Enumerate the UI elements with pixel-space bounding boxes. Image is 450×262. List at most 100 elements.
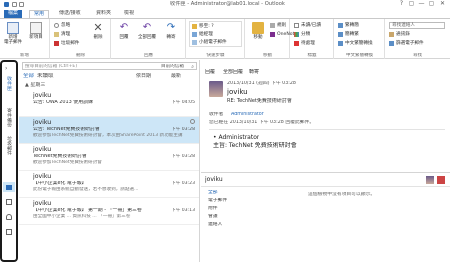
filter-all[interactable]: 全部 xyxy=(23,73,34,80)
rules-button[interactable]: 規則 xyxy=(270,22,286,29)
reply-button[interactable]: ↶ 回覆 xyxy=(113,21,135,49)
tab-send-receive[interactable]: 傳送/接收 xyxy=(55,10,85,18)
group-label-convert: 中文繁簡轉換 xyxy=(346,52,373,58)
folder-junk[interactable]: 垃圾郵件 xyxy=(5,136,12,155)
quickstep-move-to[interactable]: 移至: ? xyxy=(192,23,214,30)
group-header[interactable]: ▲ 星期三 xyxy=(25,82,45,88)
address-book-icon xyxy=(389,32,394,37)
message-date: 下午 03:28 xyxy=(171,154,195,159)
people-tab-contacts[interactable]: 連絡人 xyxy=(208,222,222,228)
message-item-1[interactable]: joviku 公告: OWA 2013 使用訓練 下午 04:05 xyxy=(19,90,199,117)
people-tab-email[interactable]: 電子郵件 xyxy=(208,198,227,204)
ribbon-display-button[interactable]: ▢ xyxy=(407,1,416,7)
address-book-button[interactable]: 通訊錄 xyxy=(389,31,410,38)
filter-unread[interactable]: 未讀取 xyxy=(37,73,54,80)
tab-view[interactable]: 檢視 xyxy=(120,10,138,18)
tab-folder[interactable]: 資料夾 xyxy=(92,10,115,18)
people-pane: joviku 全部 電子郵件 附件 會議 連絡人 這個檢視中沒有項目可以顯示。 xyxy=(201,172,450,262)
tasks-icon[interactable] xyxy=(6,229,12,235)
simp-to-trad-button[interactable]: 簡轉繁 xyxy=(338,31,359,38)
categorize-icon xyxy=(294,32,299,37)
group-label-find: 尋找 xyxy=(413,52,422,58)
followup-button[interactable]: 待處理 xyxy=(294,40,315,47)
rules-label: 規則 xyxy=(277,23,287,28)
arrow-icon xyxy=(192,32,197,37)
reply-all-button[interactable]: ↶ 全部回覆 xyxy=(136,21,158,49)
move-button[interactable]: 移動 xyxy=(247,21,269,49)
quickstep-team-email[interactable]: 小組電子郵件 xyxy=(192,39,227,46)
folder-inbox[interactable]: 收件匣 xyxy=(5,76,12,90)
new-items-icon xyxy=(30,22,42,34)
message-date: 下午 03:28 xyxy=(171,127,195,132)
forward-button[interactable]: ↷ 轉寄 xyxy=(160,21,182,49)
filter-email-label: 篩選電子郵件 xyxy=(396,41,424,46)
people-tab-all[interactable]: 全部 xyxy=(208,190,218,196)
sender-name[interactable]: joviku xyxy=(227,88,248,96)
categorize-button[interactable]: 分類 xyxy=(294,31,310,38)
undo-icon[interactable] xyxy=(19,2,24,7)
sender-avatar[interactable] xyxy=(209,81,223,97)
minimize-button[interactable]: — xyxy=(417,1,426,7)
send-receive-icon[interactable] xyxy=(12,2,17,7)
people-icon[interactable] xyxy=(6,214,12,220)
help-button[interactable]: ? xyxy=(397,1,406,7)
ignore-button[interactable]: 忽略 xyxy=(54,22,70,29)
ribbon-group-find: 尋找連絡人 通訊錄 篩選電子郵件 尋找 xyxy=(386,19,449,59)
junk-button[interactable]: 垃圾郵件 xyxy=(54,40,79,47)
simp-to-trad-icon xyxy=(338,32,343,37)
search-scope[interactable]: 目前的信箱 xyxy=(161,64,184,70)
people-avatar[interactable] xyxy=(426,176,434,184)
trad-to-simp-icon xyxy=(338,23,343,28)
ribbon: 新增 電子郵件 新項目 新增 忽略 清理 垃圾郵件 ✕ 刪除 刪除 ↶ 回覆 ↶ xyxy=(0,18,450,59)
folder-sent[interactable]: 寄件備份 xyxy=(5,108,12,127)
cleanup-button[interactable]: 清理 xyxy=(54,31,70,38)
body-subject: 主旨: TechNet 免費技術研討會 xyxy=(213,142,297,149)
expand-folder-pane-icon[interactable]: › xyxy=(5,65,7,72)
maximize-button[interactable]: ▢ xyxy=(427,1,436,7)
message-item-3[interactable]: joviku TechNet免費技術研討會 歡迎參加TechNet免費技術研討會… xyxy=(19,144,199,171)
unread-read-label: 未讀/已讀 xyxy=(301,23,321,28)
new-items-button[interactable]: 新項目 xyxy=(25,21,47,49)
new-email-button[interactable]: 新增 電子郵件 xyxy=(2,21,24,49)
people-tab-meetings[interactable]: 會議 xyxy=(208,214,218,220)
sort-by[interactable]: 依日期 xyxy=(136,73,151,79)
group-label-delete: 刪除 xyxy=(76,52,85,58)
quickstep-to-manager[interactable]: 給經理 xyxy=(192,31,213,38)
people-avatar-2[interactable] xyxy=(437,176,445,184)
chinese-convert-button[interactable]: 中文繁簡轉換 xyxy=(338,40,373,47)
tab-home[interactable]: 常用 xyxy=(29,10,50,18)
sort-order[interactable]: 最新 xyxy=(171,73,181,79)
address-book-label: 通訊錄 xyxy=(396,32,410,37)
move-folder-icon xyxy=(252,22,264,34)
message-sender: joviku xyxy=(33,92,52,99)
find-contact-input[interactable]: 尋找連絡人 xyxy=(389,22,445,29)
divider xyxy=(201,186,450,187)
message-item-2[interactable]: joviku 公告: TechNet免費技術研討會 歡迎參加TechNet免費技… xyxy=(19,117,199,144)
search-box[interactable]: 搜尋目前的信箱 (Ctrl+E) 目前的信箱 ⌕ xyxy=(22,62,197,70)
mail-nav-button[interactable] xyxy=(3,182,15,192)
filter-email-button[interactable]: 篩選電子郵件 xyxy=(389,40,424,47)
search-input[interactable]: 搜尋目前的信箱 (Ctrl+E) xyxy=(25,64,77,70)
envelope-icon xyxy=(294,23,299,28)
message-list-pane: 搜尋目前的信箱 (Ctrl+E) 目前的信箱 ⌕ 全部 未讀取 依日期 最新 ▲… xyxy=(19,60,200,262)
message-preview: 歡迎參加TechNet免費技術研討會，本次由SharePoint 2013 新功… xyxy=(33,133,183,138)
people-name[interactable]: joviku xyxy=(205,176,223,183)
tab-file[interactable]: 檔案 xyxy=(4,10,23,18)
search-icon[interactable]: ⌕ xyxy=(191,64,194,70)
onenote-icon xyxy=(270,32,275,37)
message-item-5[interactable]: joviku 【中小企業e化 電子報】 第一期 - 「一冊」第三卷 由全國中小企… xyxy=(19,198,199,225)
reply-all-link[interactable]: 全部回覆 xyxy=(223,69,243,75)
reply-link[interactable]: 回覆 xyxy=(205,69,215,75)
ribbon-group-tags: 未讀/已讀 分類 待處理 標籤 xyxy=(291,19,334,59)
people-tab-attachments[interactable]: 附件 xyxy=(208,206,218,212)
quicksteps-gallery: 移至: ? 給經理 小組電子郵件 xyxy=(189,21,242,47)
to-value[interactable]: Administrator xyxy=(231,112,264,118)
forward-link[interactable]: 轉寄 xyxy=(249,69,259,75)
trad-to-simp-button[interactable]: 繁轉簡 xyxy=(338,22,359,29)
delete-button[interactable]: ✕ 刪除 xyxy=(87,21,109,49)
reply-notice: 您已經在 2013/10/31 下午 03:28 回覆此郵件。 xyxy=(209,120,315,125)
message-item-4[interactable]: joviku 【中小企業e化 電子報】 此份電子報由系統自動發送，若不想收到，請… xyxy=(19,171,199,198)
close-button[interactable]: ✕ xyxy=(438,1,447,7)
unread-read-button[interactable]: 未讀/已讀 xyxy=(294,22,321,29)
calendar-icon[interactable] xyxy=(6,199,12,205)
